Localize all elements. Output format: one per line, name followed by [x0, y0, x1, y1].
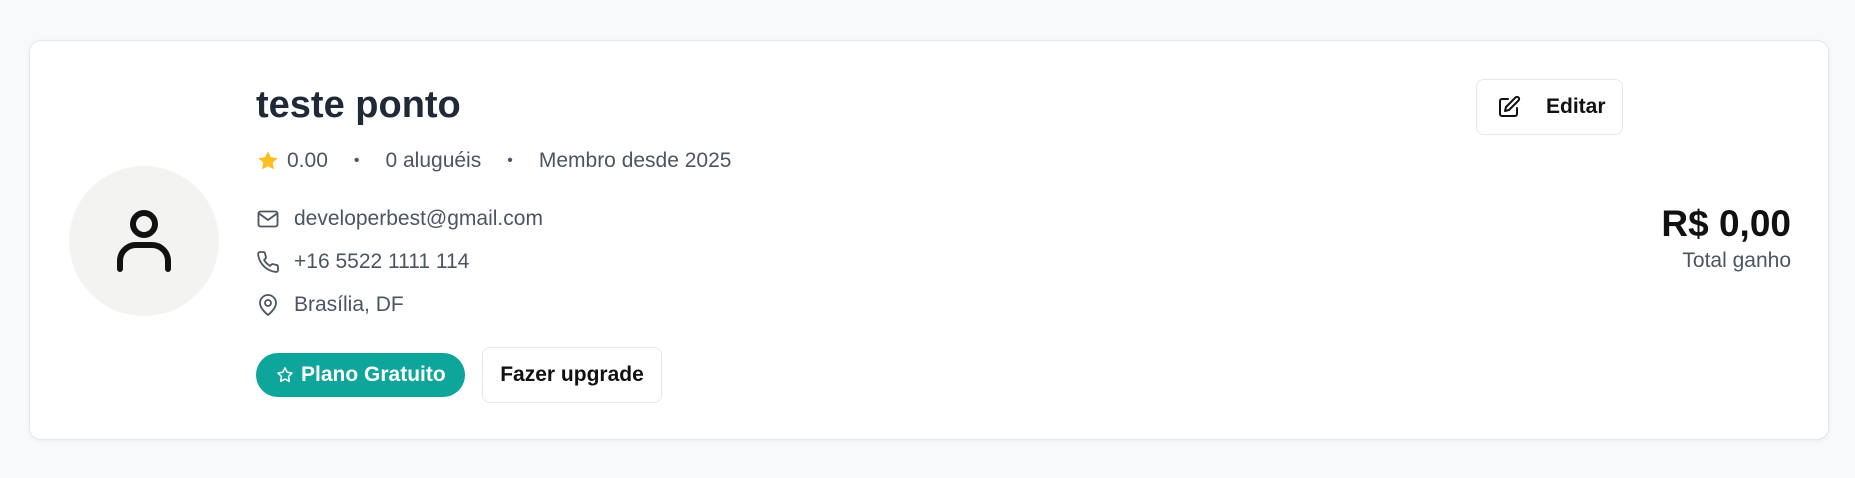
rating-value: 0.00 [287, 149, 328, 172]
mail-icon [257, 210, 279, 228]
edit-icon [1499, 95, 1521, 117]
edit-label: Editar [1546, 95, 1606, 118]
star-icon [258, 151, 278, 170]
edit-button[interactable]: Editar [1476, 79, 1623, 135]
profile-card: teste ponto 0.00 • 0 aluguéis • Membro d… [29, 40, 1829, 440]
plan-badge: Plano Gratuito [256, 353, 465, 397]
member-since: Membro desde 2025 [538, 149, 732, 172]
meta-separator: • [353, 152, 360, 169]
map-pin-icon [259, 294, 277, 316]
rentals-count: 0 aluguéis [385, 149, 482, 172]
user-icon [117, 210, 171, 272]
phone-icon [257, 251, 279, 273]
phone-row: +16 5522 1111 114 [256, 250, 469, 274]
email-row: developerbest@gmail.com [256, 207, 543, 231]
upgrade-button[interactable]: Fazer upgrade [482, 347, 662, 403]
earnings-summary: R$ 0,00 Total ganho [1661, 203, 1791, 273]
location-text: Brasília, DF [294, 293, 404, 316]
email-text: developerbest@gmail.com [294, 207, 543, 230]
location-row: Brasília, DF [256, 293, 404, 317]
earnings-label: Total ganho [1682, 248, 1791, 272]
plan-label: Plano Gratuito [301, 363, 446, 386]
meta-separator: • [507, 152, 513, 169]
profile-meta: 0.00 • 0 aluguéis • Membro desde 2025 [256, 149, 731, 173]
earnings-amount: R$ 0,00 [1661, 203, 1791, 244]
star-outline-icon [277, 367, 293, 383]
profile-name: teste ponto [256, 84, 461, 126]
phone-text: +16 5522 1111 114 [294, 250, 470, 273]
avatar [69, 166, 219, 316]
